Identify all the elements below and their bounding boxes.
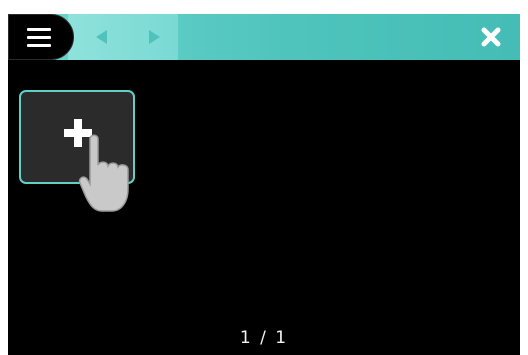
close-icon [481,27,501,47]
menu-button[interactable] [8,14,74,60]
hamburger-menu-icon [27,28,51,48]
close-button[interactable] [474,21,508,53]
forward-button[interactable] [144,27,164,47]
top-toolbar [8,14,520,60]
back-button[interactable] [92,27,112,47]
device-screen: 1 / 1 [8,14,520,355]
page-indicator: 1 / 1 [239,328,289,348]
tap-hand-icon [78,134,129,212]
arrow-right-icon [149,30,160,44]
arrow-left-icon [96,30,107,44]
